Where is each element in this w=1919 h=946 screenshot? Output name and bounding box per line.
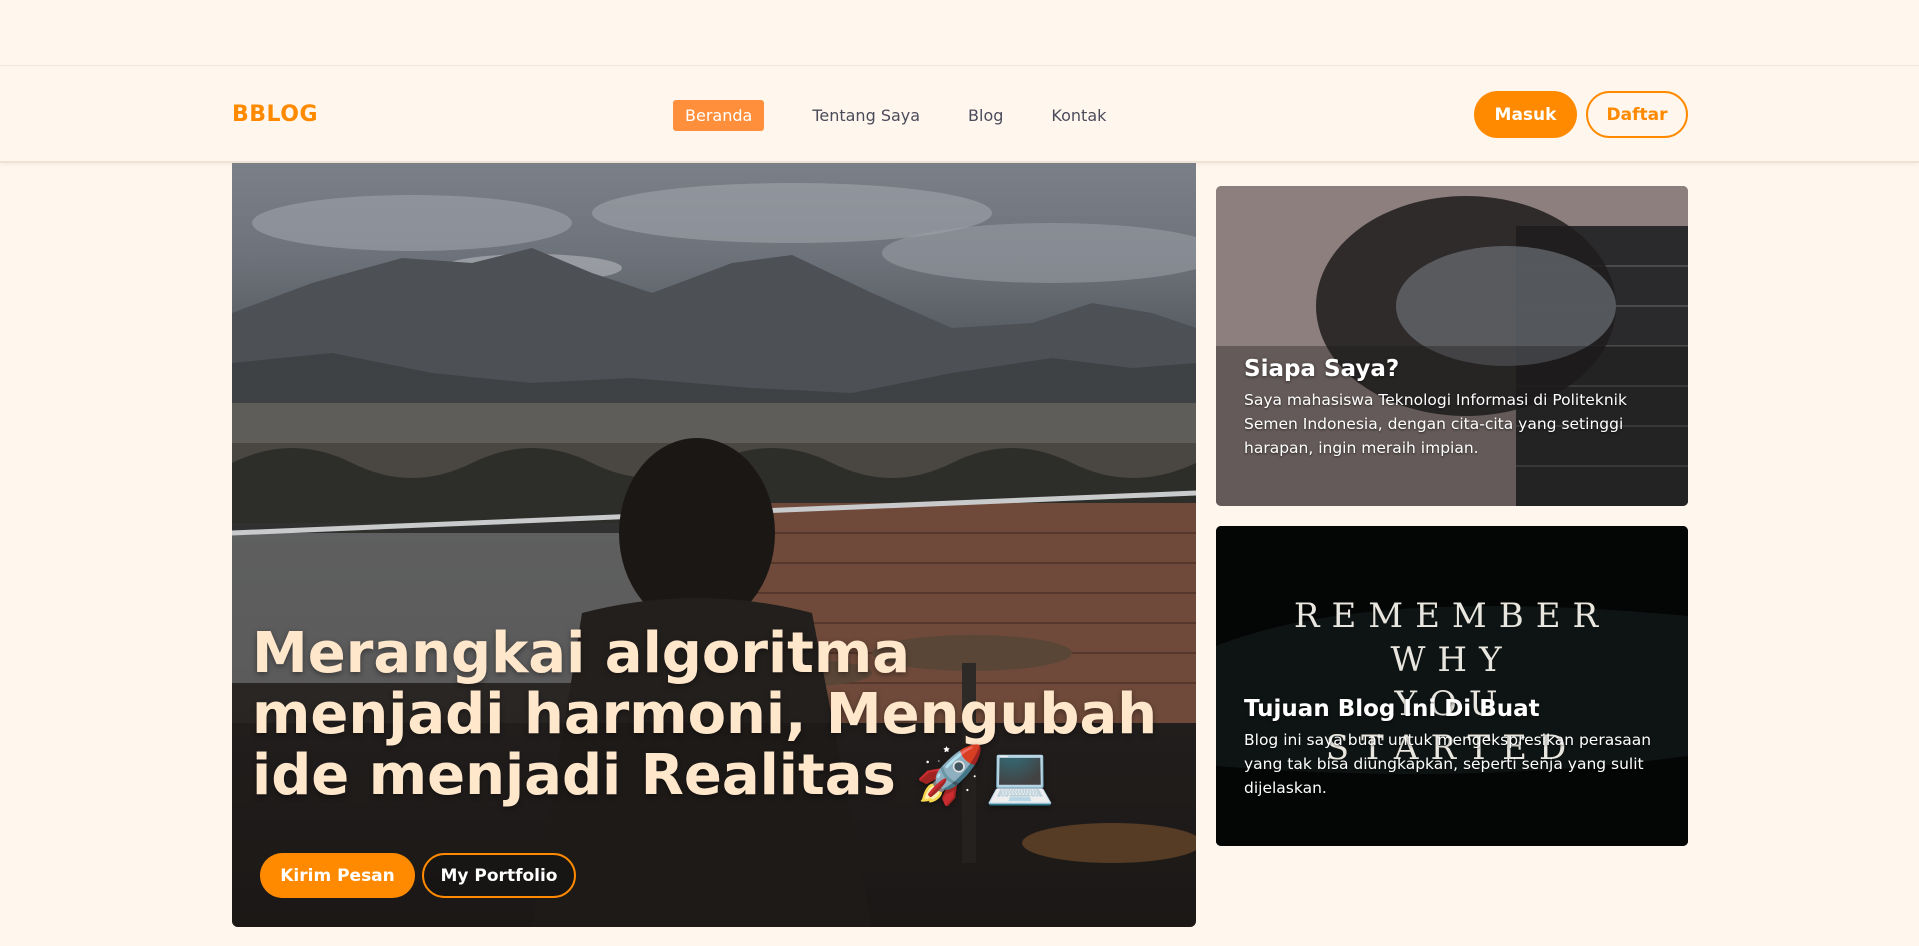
brand-logo[interactable]: BBLOG [232, 102, 318, 127]
hero-title-line-3: ide menjadi Realitas 🚀💻 [252, 743, 1055, 808]
about-card[interactable]: Siapa Saya? Saya mahasiswa Teknologi Inf… [1216, 186, 1688, 506]
top-strip [0, 0, 1919, 66]
poster-line-2: WHY [1390, 640, 1514, 680]
hero-banner: Merangkai algoritma menjadi harmoni, Men… [232, 163, 1196, 927]
hero-title: Merangkai algoritma menjadi harmoni, Men… [252, 623, 1182, 806]
hero-title-line-1: Merangkai algoritma [252, 621, 911, 686]
purpose-card-text: Blog ini saya buat untuk mengekspresikan… [1244, 731, 1652, 797]
purpose-card[interactable]: REMEMBER WHY YOU STARTED Tujuan Blog Ini… [1216, 526, 1688, 846]
nav-link-beranda[interactable]: Beranda [673, 99, 765, 131]
hero-background-image [232, 183, 1196, 927]
nav-links: Beranda Tentang Saya Blog Kontak [673, 99, 1154, 131]
navbar: BBLOG Beranda Tentang Saya Blog Kontak M… [0, 66, 1919, 163]
nav-link-tentang-saya[interactable]: Tentang Saya [812, 100, 920, 131]
about-card-text: Saya mahasiswa Teknologi Informasi di Po… [1244, 391, 1627, 457]
hero-title-line-2: menjadi harmoni, Mengubah [252, 682, 1158, 747]
send-message-button[interactable]: Kirim Pesan [260, 853, 415, 898]
register-button[interactable]: Daftar [1586, 91, 1688, 138]
purpose-card-title: Tujuan Blog Ini Di Buat [1244, 696, 1540, 722]
nav-link-kontak[interactable]: Kontak [1051, 100, 1106, 131]
nav-link-blog[interactable]: Blog [968, 100, 1003, 131]
portfolio-button[interactable]: My Portfolio [422, 853, 576, 898]
poster-line-1: REMEMBER [1293, 596, 1611, 636]
login-button[interactable]: Masuk [1474, 91, 1577, 138]
about-card-title: Siapa Saya? [1244, 356, 1400, 382]
